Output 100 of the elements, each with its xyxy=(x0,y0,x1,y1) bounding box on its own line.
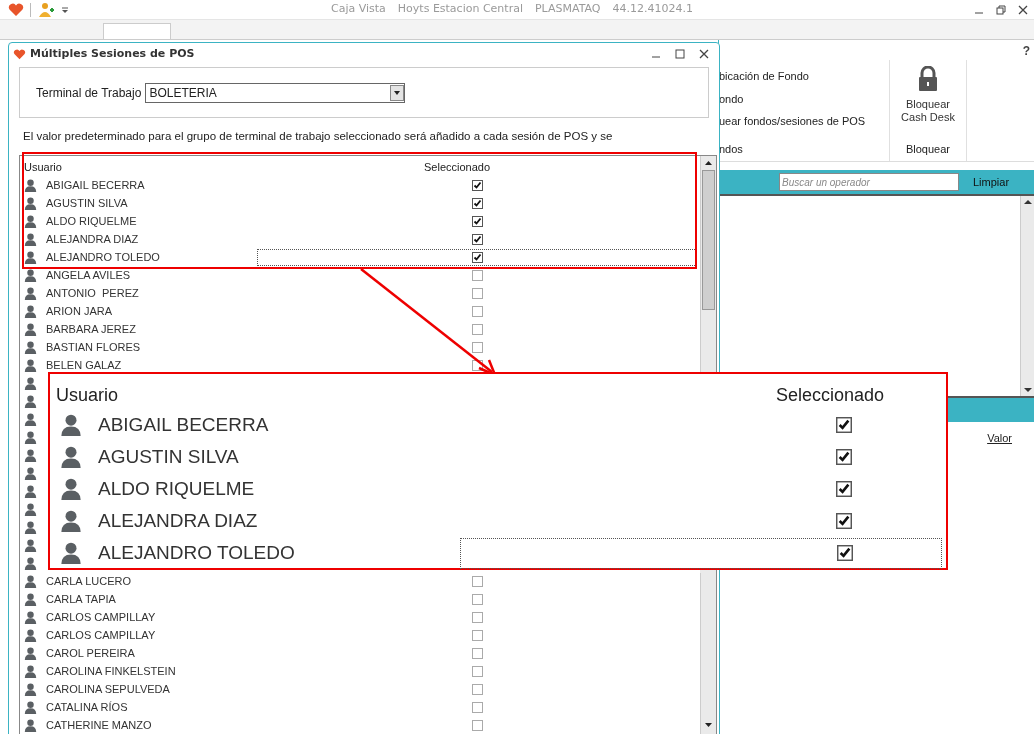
help-button[interactable]: ? xyxy=(1022,42,1030,60)
checkbox[interactable] xyxy=(471,701,483,713)
user-icon xyxy=(24,646,37,660)
heart-logo-icon xyxy=(8,2,24,17)
ribbon-item[interactable]: bicación de Fondo xyxy=(719,68,889,85)
terminal-dropdown[interactable]: BOLETERIA xyxy=(145,82,406,103)
ribbon-item[interactable]: uear fondos/sesiones de POS xyxy=(719,113,889,130)
user-icon xyxy=(24,484,37,498)
checkbox[interactable] xyxy=(471,629,483,641)
search-field[interactable]: Buscar un operador xyxy=(779,173,959,191)
user-icon xyxy=(24,412,37,426)
checkbox[interactable] xyxy=(471,287,483,299)
user-name: CARLOS CAMPILLAY xyxy=(46,628,157,643)
checkbox[interactable] xyxy=(471,179,483,191)
user-name: ALEJANDRA DIAZ xyxy=(46,232,140,247)
user-icon xyxy=(24,214,37,228)
dialog-title: Múltiples Sesiones de POS xyxy=(30,45,195,62)
checkbox[interactable] xyxy=(471,197,483,209)
checkbox[interactable] xyxy=(836,449,852,465)
user-icon xyxy=(24,520,37,534)
column-header: Usuario xyxy=(24,160,63,175)
user-icon xyxy=(60,446,82,468)
user-icon xyxy=(24,664,37,678)
user-icon xyxy=(24,304,37,318)
user-name: BARBARA JEREZ xyxy=(46,322,137,337)
user-icon xyxy=(60,478,82,500)
user-name: CAROL PEREIRA xyxy=(46,646,136,661)
window-title: Hoyts Estacion Central xyxy=(397,1,523,18)
scrollbar[interactable] xyxy=(700,156,716,374)
checkbox[interactable] xyxy=(471,665,483,677)
checkbox[interactable] xyxy=(471,647,483,659)
user-icon xyxy=(24,394,37,408)
person-add-icon[interactable] xyxy=(37,1,55,18)
user-icon xyxy=(24,448,37,462)
user-name: CARLA LUCERO xyxy=(46,574,132,589)
group-label: ndos xyxy=(719,141,744,157)
user-name: AGUSTIN SILVA xyxy=(46,196,129,211)
user-name: CATALINA RÍOS xyxy=(46,700,129,715)
window-title: 44.12.41024.1 xyxy=(612,1,693,18)
user-name: ABIGAIL BECERRA xyxy=(46,178,146,193)
restore-icon[interactable] xyxy=(996,4,1006,15)
dropdown-icon[interactable] xyxy=(61,5,69,14)
user-icon xyxy=(24,592,37,606)
scroll-thumb[interactable] xyxy=(702,170,715,311)
checkbox[interactable] xyxy=(471,251,483,263)
user-icon xyxy=(24,286,37,300)
padlock-icon xyxy=(918,66,938,92)
user-icon xyxy=(24,628,37,642)
user-icon xyxy=(24,232,37,246)
user-name: ALEJANDRO TOLEDO xyxy=(46,250,161,265)
user-icon xyxy=(24,340,37,354)
window-title: Caja Vista xyxy=(331,1,386,18)
checkbox[interactable] xyxy=(471,593,483,605)
user-icon xyxy=(24,574,37,588)
checkbox[interactable] xyxy=(471,233,483,245)
checkbox[interactable] xyxy=(836,513,852,529)
user-icon xyxy=(24,502,37,516)
window-title: PLASMATAQ xyxy=(535,1,601,18)
user-icon xyxy=(24,718,37,732)
checkbox[interactable] xyxy=(471,611,483,623)
user-name: ARION JARA xyxy=(46,304,113,319)
checkbox[interactable] xyxy=(471,683,483,695)
clear-button[interactable]: Limpiar xyxy=(973,173,1010,191)
user-name: CAROLINA FINKELSTEIN xyxy=(46,664,177,679)
user-icon xyxy=(24,538,37,552)
heart-logo-icon xyxy=(13,48,26,60)
column-header: Seleccionado xyxy=(424,160,491,175)
user-icon xyxy=(24,682,37,696)
user-icon xyxy=(24,196,37,210)
user-icon xyxy=(24,358,37,372)
checkbox[interactable] xyxy=(471,341,483,353)
user-name: ABIGAIL BECERRA xyxy=(98,412,270,437)
user-name: CARLOS CAMPILLAY xyxy=(46,610,157,625)
checkbox[interactable] xyxy=(836,417,852,433)
checkbox[interactable] xyxy=(837,545,853,561)
ribbon-item[interactable]: ondo xyxy=(719,90,889,107)
column-header[interactable]: Valor xyxy=(987,430,1012,447)
close-icon[interactable] xyxy=(1018,4,1028,15)
group-label: Bloquear xyxy=(905,141,950,157)
field-label: Terminal de Trabajo xyxy=(36,84,142,102)
checkbox[interactable] xyxy=(471,305,483,317)
user-icon xyxy=(24,250,37,264)
description-text: El valor predeterminado para el grupo de terminal de trabajo seleccionado será añadido a cada sesión de POS y se xyxy=(23,129,614,144)
scrollbar[interactable] xyxy=(1020,196,1034,396)
user-name: CAROLINA SEPULVEDA xyxy=(46,682,171,697)
checkbox[interactable] xyxy=(471,719,483,731)
maximize-icon[interactable] xyxy=(675,49,685,59)
checkbox[interactable] xyxy=(836,481,852,497)
user-name: BASTIAN FLORES xyxy=(46,340,142,355)
checkbox[interactable] xyxy=(471,323,483,335)
user-name: CARLA TAPIA xyxy=(46,592,117,607)
checkbox[interactable] xyxy=(471,215,483,227)
user-icon xyxy=(24,268,37,282)
user-name: ALDO RIQUELME xyxy=(98,476,256,501)
user-name: ANGELA AVILES xyxy=(46,268,132,283)
checkbox[interactable] xyxy=(471,575,483,587)
checkbox[interactable] xyxy=(471,359,483,371)
lock-cash-desk-button[interactable]: Bloquear Cash Desk xyxy=(893,66,963,124)
close-icon[interactable] xyxy=(699,49,709,59)
checkbox[interactable] xyxy=(471,269,483,281)
